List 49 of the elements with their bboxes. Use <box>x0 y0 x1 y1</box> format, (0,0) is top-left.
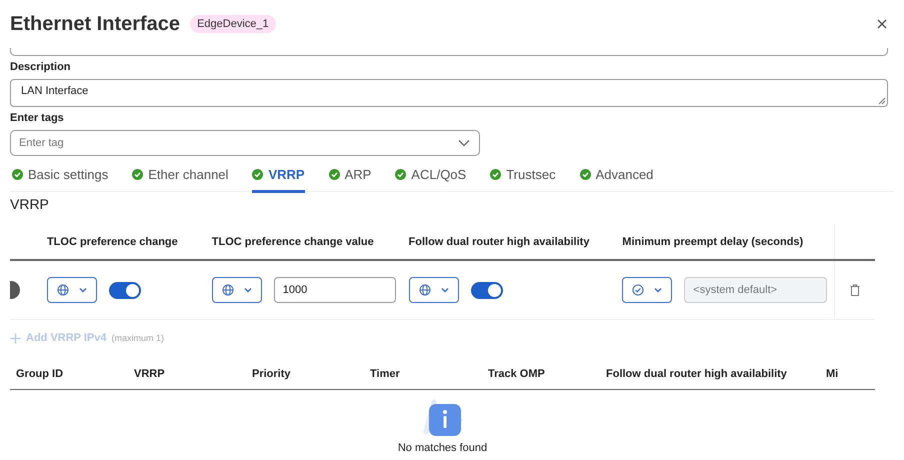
globe-icon <box>418 284 431 296</box>
tab[interactable]: Ether channel <box>132 160 228 192</box>
column-header: Minimum preempt delay (seconds) <box>622 236 804 248</box>
value-field[interactable]: 1000 <box>274 277 396 303</box>
column-header: TLOC preference change <box>46 236 178 248</box>
dialog-title: Ethernet Interface <box>10 12 180 36</box>
section-title: VRRP <box>10 196 50 214</box>
empty-message: No matches found <box>398 442 488 454</box>
column-header: Track OMP <box>488 368 545 380</box>
field-label: Enter tags <box>10 112 65 126</box>
plus-icon <box>10 332 21 344</box>
caret-icon <box>440 287 449 293</box>
delete-icon[interactable] <box>850 284 860 296</box>
resize-grip-icon[interactable] <box>878 97 886 105</box>
mode-dropdown[interactable] <box>46 277 97 303</box>
toggle-switch[interactable] <box>10 281 20 299</box>
column-header: Follow dual router high availability <box>606 368 787 380</box>
tab[interactable]: Trustsec <box>490 160 556 192</box>
column-header: VRRP <box>134 368 165 380</box>
mode-dropdown[interactable] <box>622 277 672 303</box>
toggle-switch[interactable] <box>108 282 141 298</box>
caret-icon <box>244 287 252 293</box>
column-header: Follow dual router high availability <box>408 236 590 248</box>
tab[interactable]: ACL/QoS <box>395 160 466 192</box>
limit-note: (maximum 1) <box>112 333 164 343</box>
tab[interactable]: Advanced <box>580 160 654 192</box>
column-header: Priority <box>252 368 291 380</box>
caret-icon <box>458 139 470 147</box>
mode-dropdown[interactable] <box>212 277 262 303</box>
column-header: TLOC preference change value <box>212 236 374 248</box>
input-field[interactable] <box>10 48 888 56</box>
tab[interactable]: VRRP <box>252 160 305 192</box>
check-circle-icon <box>632 284 644 296</box>
mode-dropdown[interactable] <box>408 277 459 303</box>
tags-field[interactable]: Enter tag <box>10 130 480 156</box>
column-header: Group ID <box>16 368 64 380</box>
tab[interactable]: ARP <box>328 160 372 192</box>
toggle-switch[interactable] <box>470 282 503 298</box>
column-header: Timer <box>370 368 400 380</box>
caret-icon <box>78 287 87 293</box>
field-label: Description <box>10 61 72 75</box>
device-badge: EdgeDevice_1 <box>190 15 276 33</box>
description-field[interactable]: LAN Interface <box>10 79 888 107</box>
globe-icon <box>222 284 234 296</box>
column-header: Mi <box>826 368 838 380</box>
close-icon[interactable] <box>876 18 888 30</box>
globe-icon <box>56 284 69 296</box>
caret-icon <box>654 287 662 293</box>
tab[interactable]: Basic settings <box>12 160 108 192</box>
